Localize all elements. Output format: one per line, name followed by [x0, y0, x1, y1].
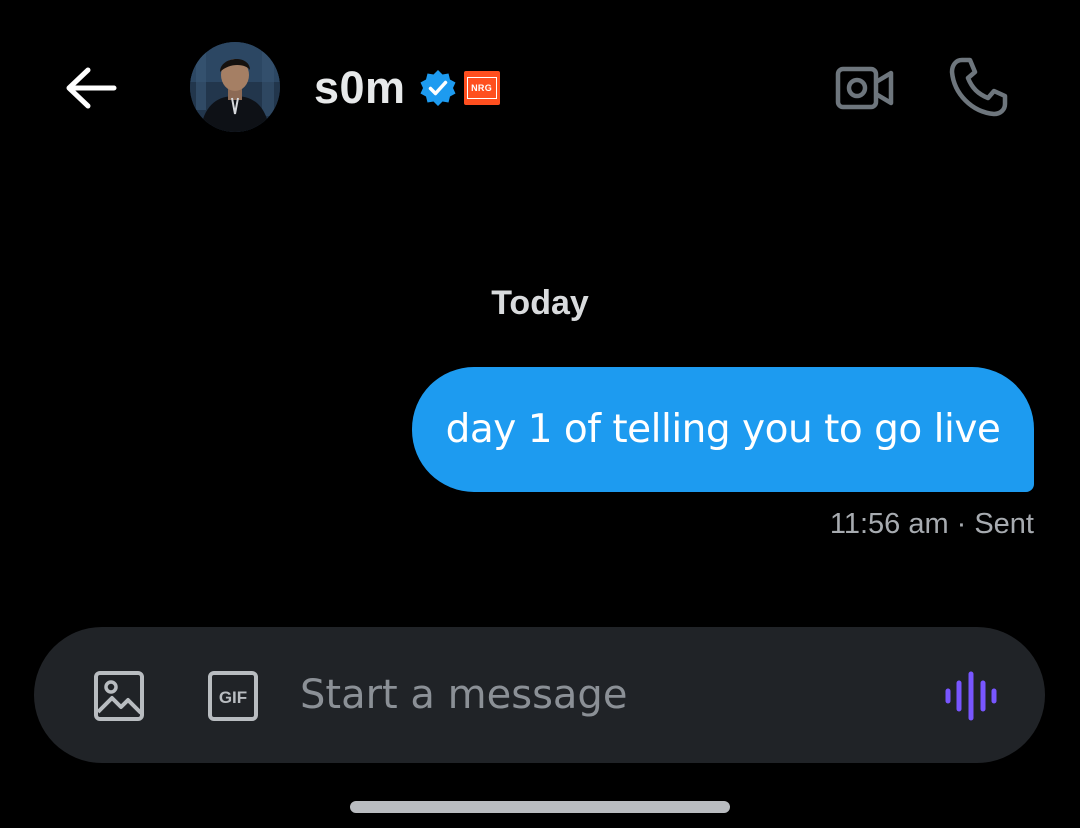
meta-separator: · — [956, 508, 967, 540]
avatar[interactable] — [190, 42, 280, 132]
image-icon — [94, 671, 144, 721]
verified-badge-icon — [418, 68, 458, 108]
back-button[interactable] — [56, 58, 126, 118]
phone-call-button[interactable] — [944, 54, 1012, 120]
phone-icon — [949, 57, 1008, 117]
day-separator: Today — [491, 284, 589, 322]
avatar-image — [190, 42, 280, 132]
message-status: Sent — [974, 508, 1034, 540]
voice-message-button[interactable] — [940, 669, 1002, 723]
message-input[interactable] — [300, 663, 900, 727]
message-composer: GIF — [34, 627, 1045, 763]
affiliate-badge-text: NRG — [466, 77, 497, 99]
arrow-left-icon — [66, 67, 117, 109]
message-meta: 11:56 am · Sent — [830, 508, 1034, 541]
video-camera-icon — [835, 66, 894, 110]
gif-icon: GIF — [208, 671, 258, 721]
header-title[interactable]: s0m NRG — [314, 58, 500, 118]
add-media-button[interactable] — [92, 669, 146, 723]
conversation-header: s0m NRG — [0, 0, 1080, 180]
video-call-button[interactable] — [830, 58, 900, 118]
add-gif-button[interactable]: GIF — [206, 669, 260, 723]
username: s0m — [314, 62, 406, 113]
home-indicator[interactable] — [350, 801, 730, 813]
affiliate-badge-icon[interactable]: NRG — [463, 71, 500, 105]
message-time: 11:56 am — [829, 508, 949, 540]
svg-text:GIF: GIF — [219, 688, 247, 707]
message-bubble-outgoing[interactable]: day 1 of telling you to go live — [412, 367, 1034, 492]
voice-waveform-icon — [945, 671, 997, 721]
